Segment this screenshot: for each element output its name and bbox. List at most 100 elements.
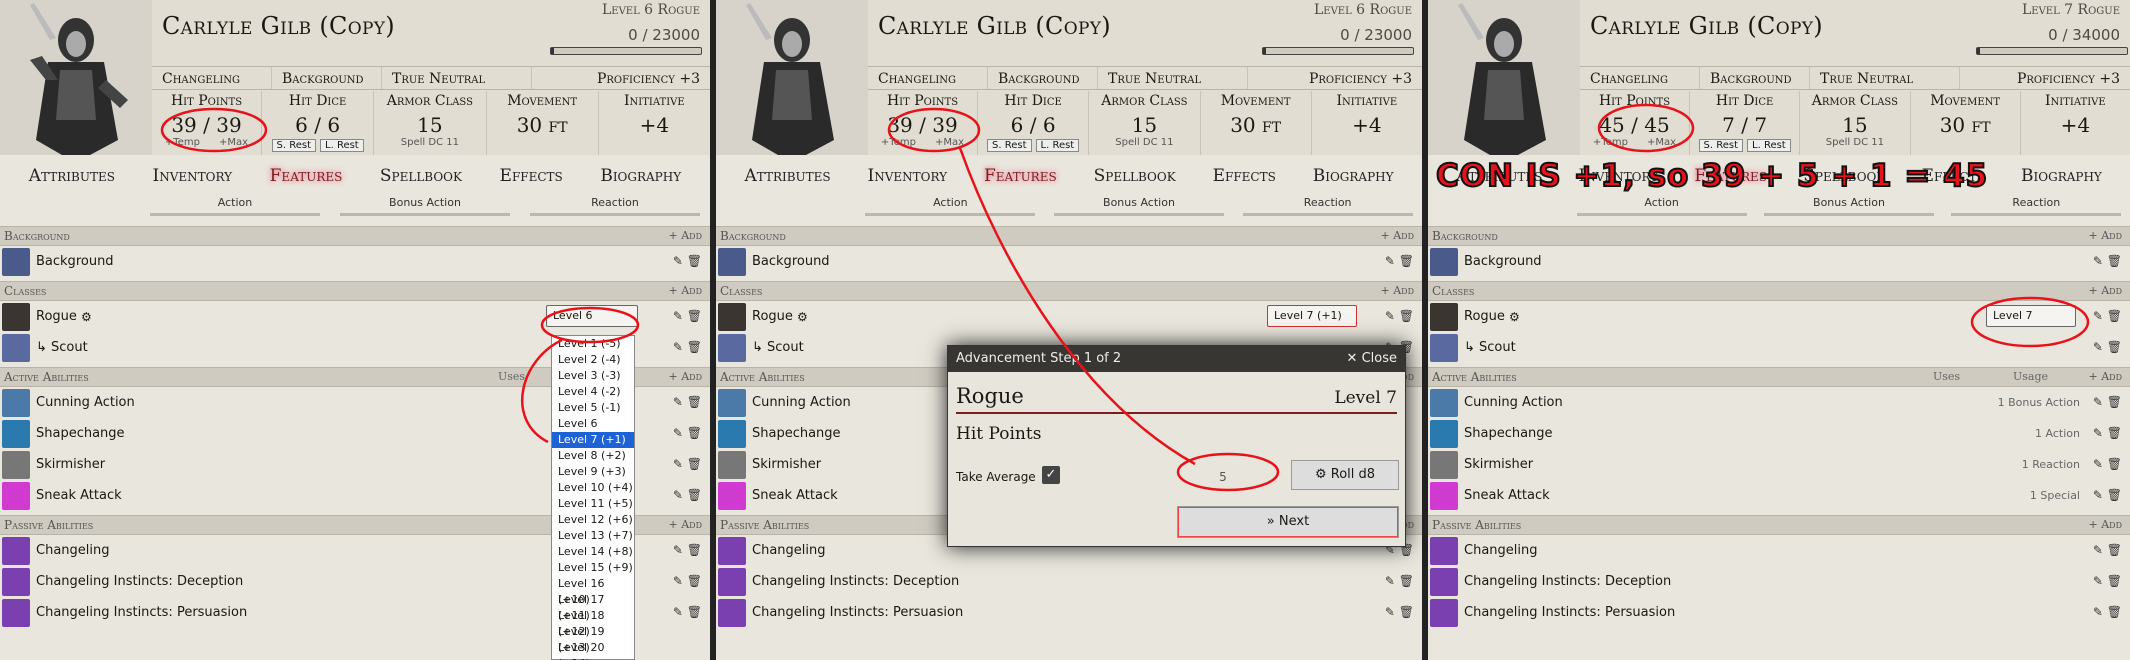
filter-reaction[interactable]: Reaction: [1951, 196, 2122, 216]
background[interactable]: Background: [988, 67, 1098, 89]
dropdown-option-selected[interactable]: Level 7 (+1): [552, 432, 634, 448]
add-button[interactable]: + Add: [1381, 284, 1415, 297]
character-portrait[interactable]: [0, 0, 152, 155]
filter-reaction[interactable]: Reaction: [530, 196, 700, 216]
tab-biography[interactable]: Biography: [2021, 158, 2102, 192]
character-name[interactable]: Carlyle Gilb (Copy): [1590, 12, 1823, 40]
gear-icon[interactable]: ⚙: [81, 310, 92, 324]
add-button[interactable]: + Add: [669, 518, 703, 531]
edit-delete-icon[interactable]: ✎ 🗑: [2093, 395, 2122, 409]
tab-inventory[interactable]: Inventory: [153, 158, 233, 192]
hp-temp[interactable]: +Temp: [881, 137, 916, 148]
movement-value[interactable]: 30 ft: [1911, 113, 2020, 137]
hp-tempmax[interactable]: +Max: [219, 137, 248, 148]
movement-value[interactable]: 30 ft: [1201, 113, 1311, 137]
dropdown-option[interactable]: Level 9 (+3): [552, 464, 634, 480]
dropdown-option[interactable]: Level 8 (+2): [552, 448, 634, 464]
level-select[interactable]: Level 7: [1986, 305, 2076, 327]
dropdown-option[interactable]: Level 11 (+5): [552, 496, 634, 512]
filter-bonus-action[interactable]: Bonus Action: [340, 196, 510, 216]
level-dropdown[interactable]: Level 1 (-5) Level 2 (-4) Level 3 (-3) L…: [551, 335, 635, 660]
filter-action[interactable]: Action: [1576, 196, 1747, 216]
dropdown-option[interactable]: Level 10 (+4): [552, 480, 634, 496]
edit-delete-icon[interactable]: ✎ 🗑: [673, 426, 702, 440]
short-rest-button[interactable]: S. Rest: [1698, 139, 1744, 152]
race[interactable]: Changeling: [868, 67, 988, 89]
edit-delete-icon[interactable]: ✎ 🗑: [673, 457, 702, 471]
dropdown-option[interactable]: Level 15 (+9): [552, 560, 634, 576]
edit-delete-icon[interactable]: ✎ 🗑: [2093, 340, 2122, 354]
filter-action[interactable]: Action: [865, 196, 1036, 216]
dropdown-option[interactable]: Level 19 (+13): [552, 624, 634, 654]
edit-delete-icon[interactable]: ✎ 🗑: [673, 254, 702, 268]
filter-bonus-action[interactable]: Bonus Action: [1763, 196, 1934, 216]
add-button[interactable]: + Add: [2089, 518, 2123, 531]
short-rest-button[interactable]: S. Rest: [987, 139, 1032, 152]
list-item[interactable]: ↳ Scout ✎ 🗑: [1428, 332, 2130, 363]
list-item[interactable]: Changeling Instincts: Persuasion ✎ 🗑: [1428, 597, 2130, 628]
background[interactable]: Background: [272, 67, 382, 89]
tab-attributes[interactable]: Attributes: [29, 158, 115, 192]
hp-roll-input[interactable]: 5: [1188, 466, 1258, 488]
hp-tempmax[interactable]: +Max: [1647, 137, 1676, 148]
tab-biography[interactable]: Biography: [1313, 158, 1394, 192]
list-item[interactable]: Cunning Action 1 Bonus Action ✎ 🗑: [1428, 387, 2130, 418]
close-button[interactable]: ✕ Close: [1347, 351, 1397, 366]
edit-delete-icon[interactable]: ✎ 🗑: [673, 488, 702, 502]
dropdown-option[interactable]: Level 2 (-4): [552, 352, 634, 368]
edit-delete-icon[interactable]: ✎ 🗑: [2093, 254, 2122, 268]
list-item[interactable]: Rogue ⚙ Level 6 ✎ 🗑: [0, 301, 710, 332]
dropdown-option[interactable]: Level 4 (-2): [552, 384, 634, 400]
hp-current[interactable]: 39: [887, 113, 912, 137]
character-name[interactable]: Carlyle Gilb (Copy): [162, 12, 395, 40]
race[interactable]: Changeling: [152, 67, 272, 89]
level-select[interactable]: Level 7 (+1): [1267, 305, 1357, 327]
tab-effects[interactable]: Effects: [1213, 158, 1276, 192]
filter-action[interactable]: Action: [150, 196, 320, 216]
background[interactable]: Background: [1700, 67, 1810, 89]
edit-delete-icon[interactable]: ✎ 🗑: [673, 574, 702, 588]
character-portrait[interactable]: [716, 0, 868, 155]
dropdown-option[interactable]: Level 13 (+7): [552, 528, 634, 544]
add-button[interactable]: + Add: [2089, 370, 2123, 383]
list-item[interactable]: Background ✎ 🗑: [1428, 246, 2130, 277]
short-rest-button[interactable]: S. Rest: [271, 139, 317, 152]
dropdown-option[interactable]: Level 18 (+12): [552, 608, 634, 638]
tab-spellbook[interactable]: Spellbook: [380, 158, 462, 192]
edit-delete-icon[interactable]: ✎ 🗑: [2093, 309, 2122, 323]
dropdown-option[interactable]: Level 20 (+14): [552, 640, 634, 660]
character-portrait[interactable]: [1428, 0, 1580, 155]
edit-delete-icon[interactable]: ✎ 🗑: [2093, 605, 2122, 619]
hp-temp[interactable]: +Temp: [1593, 137, 1628, 148]
long-rest-button[interactable]: L. Rest: [1747, 139, 1791, 152]
movement-value[interactable]: 30 ft: [487, 113, 598, 137]
edit-delete-icon[interactable]: ✎ 🗑: [1385, 309, 1414, 323]
tab-features[interactable]: Features: [270, 158, 343, 192]
hp-current[interactable]: 45: [1599, 113, 1624, 137]
next-button[interactable]: » Next: [1177, 506, 1399, 538]
take-average-checkbox[interactable]: ✓: [1042, 466, 1060, 484]
add-button[interactable]: + Add: [669, 229, 703, 242]
dropdown-option[interactable]: Level 16 (+10): [552, 576, 634, 606]
list-item[interactable]: Background ✎ 🗑: [0, 246, 710, 277]
hp-tempmax[interactable]: +Max: [935, 137, 964, 148]
tab-features[interactable]: Features: [984, 158, 1057, 192]
edit-delete-icon[interactable]: ✎ 🗑: [2093, 543, 2122, 557]
long-rest-button[interactable]: L. Rest: [1035, 139, 1080, 152]
list-item[interactable]: Rogue ⚙ Level 7 (+1) ✎ 🗑: [716, 301, 1422, 332]
add-button[interactable]: + Add: [2089, 284, 2123, 297]
dropdown-option[interactable]: Level 6: [552, 416, 634, 432]
dropdown-option[interactable]: Level 14 (+8): [552, 544, 634, 560]
add-button[interactable]: + Add: [669, 370, 703, 383]
gear-icon[interactable]: ⚙: [797, 310, 808, 324]
filter-reaction[interactable]: Reaction: [1242, 196, 1413, 216]
add-button[interactable]: + Add: [1381, 229, 1415, 242]
edit-delete-icon[interactable]: ✎ 🗑: [2093, 574, 2122, 588]
add-button[interactable]: + Add: [2089, 229, 2123, 242]
edit-delete-icon[interactable]: ✎ 🗑: [1385, 574, 1414, 588]
alignment[interactable]: True Neutral: [382, 67, 532, 89]
edit-delete-icon[interactable]: ✎ 🗑: [1385, 605, 1414, 619]
list-item[interactable]: Skirmisher 1 Reaction ✎ 🗑: [1428, 449, 2130, 480]
tab-effects[interactable]: Effects: [500, 158, 563, 192]
edit-delete-icon[interactable]: ✎ 🗑: [2093, 457, 2122, 471]
